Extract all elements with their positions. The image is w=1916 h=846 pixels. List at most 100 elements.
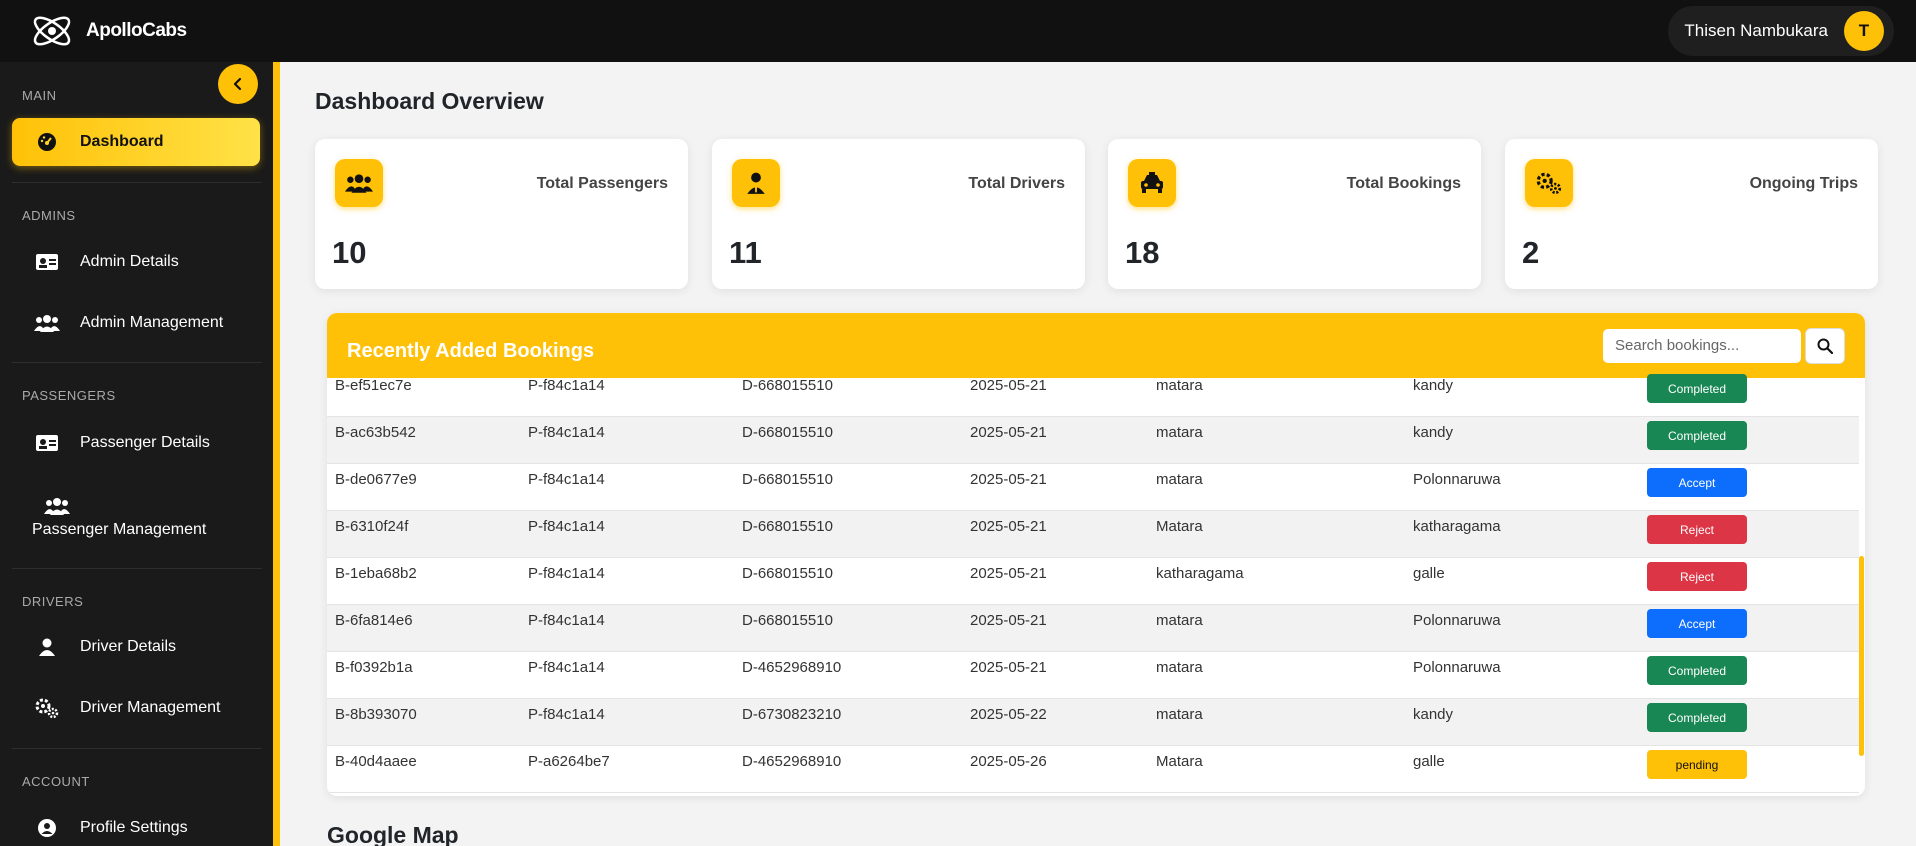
brand-logo[interactable]: ApolloCabs xyxy=(28,9,187,53)
date-cell: 2025-05-21 xyxy=(970,518,1047,535)
status-badge[interactable]: Completed xyxy=(1647,703,1747,732)
stat-label: Ongoing Trips xyxy=(1749,175,1858,192)
status-badge[interactable]: Accept xyxy=(1647,468,1747,497)
section-label-passengers: PASSENGERS xyxy=(22,388,116,403)
driver-id-cell: D-668015510 xyxy=(742,471,833,488)
date-cell: 2025-05-21 xyxy=(970,612,1047,629)
table-row[interactable]: B-ac63b542 P-f84c1a14 D-668015510 2025-05-2… xyxy=(327,417,1859,464)
sidebar-item-admin-details[interactable]: Admin Details xyxy=(12,238,260,286)
search-button[interactable] xyxy=(1805,327,1845,364)
driver-id-cell: D-668015510 xyxy=(742,518,833,535)
pickup-cell: Matara xyxy=(1156,753,1203,770)
sidebar-item-passenger-details[interactable]: Passenger Details xyxy=(12,419,260,467)
table-scrollbar[interactable] xyxy=(1859,556,1864,756)
destination-cell: Polonnaruwa xyxy=(1413,612,1501,629)
stat-label: Total Bookings xyxy=(1346,175,1461,192)
stat-value: 18 xyxy=(1125,235,1160,270)
google-map-title: Google Map xyxy=(327,822,459,846)
passenger-id-cell: P-f84c1a14 xyxy=(528,377,605,394)
pickup-cell: matara xyxy=(1156,659,1203,676)
destination-cell: kandy xyxy=(1413,706,1454,723)
sidebar-item-passenger-management[interactable]: Passenger Management xyxy=(12,487,260,547)
divider xyxy=(12,182,262,183)
date-cell: 2025-05-21 xyxy=(970,377,1047,394)
status-badge[interactable]: Completed xyxy=(1647,421,1747,450)
date-cell: 2025-05-21 xyxy=(970,424,1047,441)
status-badge[interactable]: Reject xyxy=(1647,562,1747,591)
sidebar-item-driver-management[interactable]: Driver Management xyxy=(12,684,260,732)
date-cell: 2025-05-26 xyxy=(970,753,1047,770)
passenger-id-cell: P-a6264be7 xyxy=(528,753,610,770)
stat-card-total-passengers: Total Passengers 10 xyxy=(315,139,688,289)
passenger-id-cell: P-f84c1a14 xyxy=(528,424,605,441)
collapse-sidebar-button[interactable] xyxy=(218,64,258,104)
search-input[interactable] xyxy=(1603,328,1801,363)
table-row[interactable]: B-ef51ec7e P-f84c1a14 D-668015510 2025-05-2… xyxy=(327,370,1859,417)
divider xyxy=(12,568,262,569)
booking-id-cell: B-ef51ec7e xyxy=(335,377,412,394)
user-name: Thisen Nambukara xyxy=(1684,21,1828,40)
sidebar-item-driver-details[interactable]: Driver Details xyxy=(12,623,260,671)
table-row[interactable]: B-40d4aaee P-a6264be7 D-4652968910 2025-05-… xyxy=(327,746,1859,793)
status-badge[interactable]: Completed xyxy=(1647,656,1747,685)
status-badge[interactable]: pending xyxy=(1647,750,1747,779)
sidebar-item-label: Passenger Details xyxy=(80,434,210,451)
date-cell: 2025-05-21 xyxy=(970,659,1047,676)
booking-id-cell: B-ac63b542 xyxy=(335,424,416,441)
sidebar-item-profile-settings[interactable]: Profile Settings xyxy=(12,804,260,846)
booking-id-cell: B-8b393070 xyxy=(335,706,417,723)
bookings-table-body: B-ef51ec7e P-f84c1a14 D-668015510 2025-05-2… xyxy=(327,370,1865,793)
page-title: Dashboard Overview xyxy=(315,88,544,114)
passenger-id-cell: P-f84c1a14 xyxy=(528,565,605,582)
table-row[interactable]: B-de0677e9 P-f84c1a14 D-668015510 2025-05-2… xyxy=(327,464,1859,511)
sidebar-item-admin-management[interactable]: Admin Management xyxy=(12,299,260,347)
sidebar-item-dashboard[interactable]: Dashboard xyxy=(12,118,260,166)
table-row[interactable]: B-6fa814e6 P-f84c1a14 D-668015510 2025-05-2… xyxy=(327,605,1859,652)
table-row[interactable]: B-6310f24f P-f84c1a14 D-668015510 2025-05-2… xyxy=(327,511,1859,558)
user-tie-icon xyxy=(732,159,780,207)
booking-id-cell: B-6fa814e6 xyxy=(335,612,413,629)
sidebar-item-label: Admin Details xyxy=(80,253,179,270)
user-menu[interactable]: Thisen Nambukara T xyxy=(1668,6,1894,56)
booking-id-cell: B-6310f24f xyxy=(335,518,409,535)
passenger-id-cell: P-f84c1a14 xyxy=(528,612,605,629)
date-cell: 2025-05-21 xyxy=(970,471,1047,488)
sidebar-item-label: Driver Management xyxy=(80,699,221,716)
table-row[interactable]: B-f0392b1a P-f84c1a14 D-4652968910 2025-05-… xyxy=(327,652,1859,699)
table-row[interactable]: B-1eba68b2 P-f84c1a14 D-668015510 2025-05-2… xyxy=(327,558,1859,605)
user-circle-icon xyxy=(34,817,60,839)
divider xyxy=(12,748,262,749)
destination-cell: galle xyxy=(1413,565,1445,582)
date-cell: 2025-05-21 xyxy=(970,565,1047,582)
driver-id-cell: D-4652968910 xyxy=(742,659,842,676)
booking-id-cell: B-de0677e9 xyxy=(335,471,417,488)
status-badge[interactable]: Accept xyxy=(1647,609,1747,638)
booking-id-cell: B-f0392b1a xyxy=(335,659,413,676)
status-badge[interactable]: Completed xyxy=(1647,374,1747,403)
stat-card-total-drivers: Total Drivers 11 xyxy=(712,139,1085,289)
driver-id-cell: D-668015510 xyxy=(742,612,833,629)
sidebar-item-label: Profile Settings xyxy=(80,819,188,836)
brand-name: ApolloCabs xyxy=(86,20,187,41)
stat-value: 2 xyxy=(1522,235,1540,270)
destination-cell: Polonnaruwa xyxy=(1413,659,1501,676)
sidebar-item-label: Passenger Management xyxy=(32,521,207,538)
chevron-left-icon xyxy=(233,77,242,91)
divider xyxy=(12,362,262,363)
destination-cell: katharagama xyxy=(1413,518,1501,535)
users-icon xyxy=(335,159,383,207)
pickup-cell: katharagama xyxy=(1156,565,1244,582)
table-row[interactable]: B-8b393070 P-f84c1a14 D-6730823210 2025-05-… xyxy=(327,699,1859,746)
destination-cell: Polonnaruwa xyxy=(1413,471,1501,488)
id-card-icon xyxy=(34,251,60,273)
passenger-id-cell: P-f84c1a14 xyxy=(528,706,605,723)
pickup-cell: matara xyxy=(1156,612,1203,629)
destination-cell: kandy xyxy=(1413,424,1454,441)
driver-id-cell: D-6730823210 xyxy=(742,706,842,723)
status-badge[interactable]: Reject xyxy=(1647,515,1747,544)
sidebar-item-label: Dashboard xyxy=(80,133,164,150)
stat-label: Total Drivers xyxy=(968,175,1065,192)
pickup-cell: matara xyxy=(1156,471,1203,488)
destination-cell: kandy xyxy=(1413,377,1454,394)
id-card-icon xyxy=(34,432,60,454)
